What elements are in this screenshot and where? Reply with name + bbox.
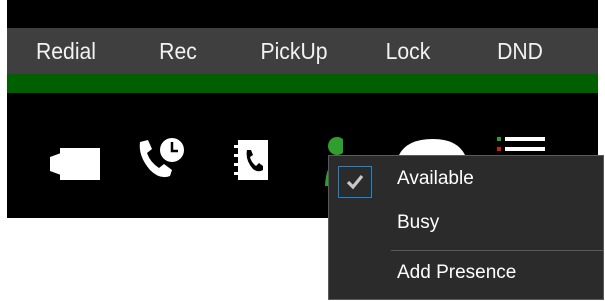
menu-item-label: Busy — [397, 212, 440, 233]
presence-context-menu: Available Busy Add Presence — [328, 155, 604, 300]
call-history-icon[interactable] — [134, 132, 186, 184]
phonebook-icon[interactable] — [232, 138, 272, 182]
dnd-button[interactable]: DND — [480, 28, 559, 74]
rec-button[interactable]: Rec — [140, 28, 215, 74]
list-icon[interactable] — [497, 135, 547, 155]
pickup-button[interactable]: PickUp — [243, 28, 344, 74]
redial-button[interactable]: Redial — [19, 28, 113, 74]
menu-item-label: Available — [397, 168, 474, 189]
menu-item-available[interactable]: Available — [329, 168, 603, 198]
video-camera-icon[interactable] — [50, 143, 102, 185]
menu-separator — [391, 250, 603, 251]
menu-item-busy[interactable]: Busy — [329, 212, 603, 242]
menu-item-add-presence[interactable]: Add Presence — [329, 262, 603, 292]
lock-button[interactable]: Lock — [372, 28, 444, 74]
softkey-bar: Redial Rec PickUp Lock DND — [7, 28, 598, 74]
status-strip — [7, 74, 598, 93]
status-circle-icon[interactable] — [397, 135, 467, 155]
menu-item-label: Add Presence — [397, 262, 517, 283]
